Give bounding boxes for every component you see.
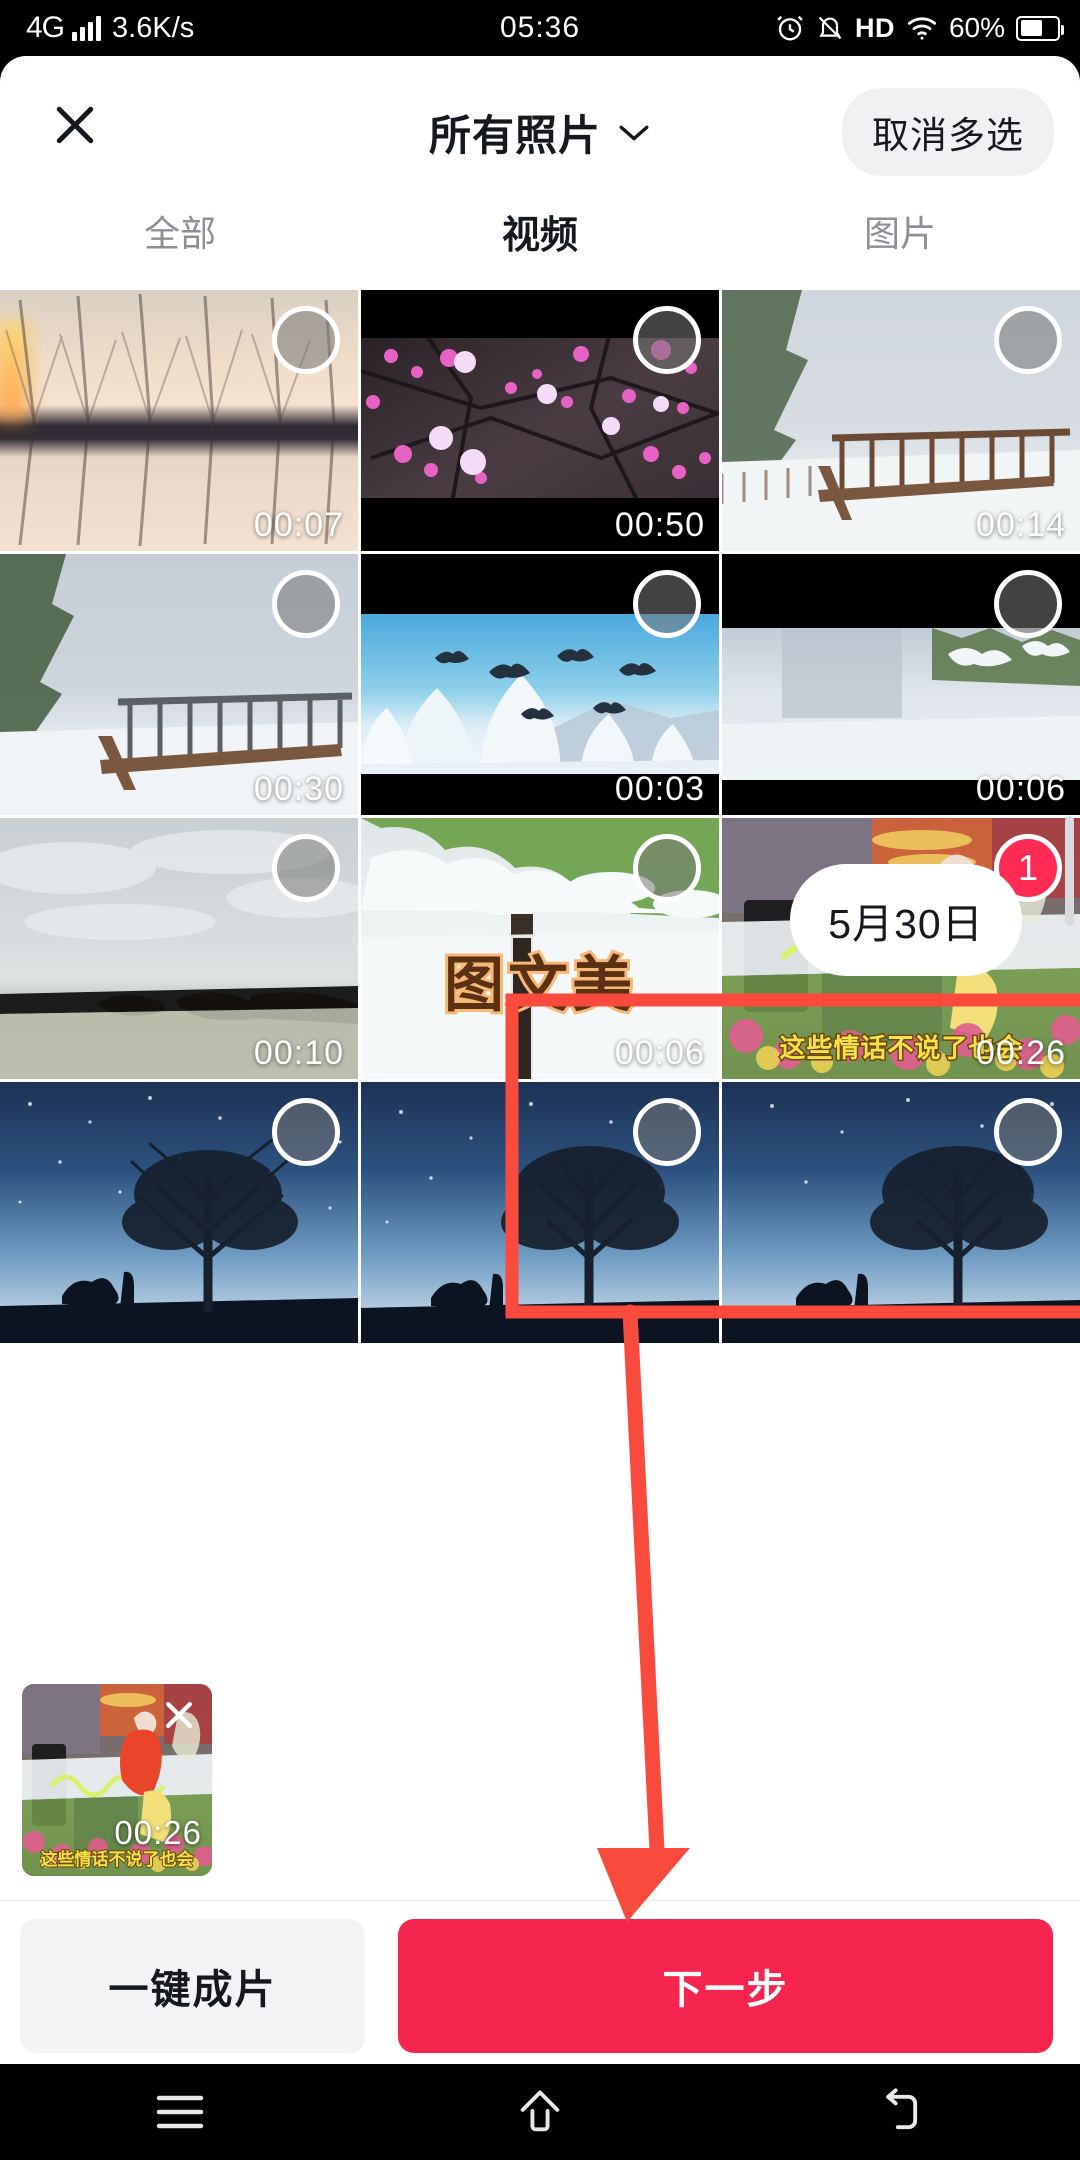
selection-circle[interactable] <box>272 306 340 374</box>
system-nav-bar <box>0 2064 1080 2160</box>
header-bar: 所有照片 取消多选 <box>0 56 1080 186</box>
selection-circle[interactable] <box>272 834 340 902</box>
hd-icon: HD <box>854 12 895 43</box>
grid-cell[interactable]: 00:10 <box>0 818 358 1079</box>
status-left: 4G 3.6K/s <box>26 11 194 45</box>
selection-circle[interactable] <box>994 1098 1062 1166</box>
network-speed-label: 3.6K/s <box>112 11 195 44</box>
mute-bell-icon <box>816 13 844 43</box>
tab-image[interactable]: 图片 <box>720 186 1080 290</box>
grid-cell[interactable] <box>361 1082 719 1343</box>
selection-circle[interactable] <box>994 306 1062 374</box>
grid-cell[interactable]: 00:03 <box>361 554 719 815</box>
selection-circle[interactable] <box>633 834 701 902</box>
remove-icon[interactable] <box>154 1690 204 1740</box>
status-bar: 4G 3.6K/s 05:36 HD 60% <box>0 0 1080 56</box>
chevron-down-icon <box>617 122 651 149</box>
close-icon[interactable] <box>46 96 104 154</box>
duration-label: 00:14 <box>975 506 1066 544</box>
date-tooltip: 5月30日 <box>790 864 1022 976</box>
selection-circle[interactable] <box>272 570 340 638</box>
media-type-tabs: 全部 视频 图片 <box>0 186 1080 290</box>
grid-cell[interactable]: 图文美 00:06 <box>361 818 719 1079</box>
selected-media-tray: 00:26 这些情话不说了也会 <box>0 1668 1080 1900</box>
alarm-clock-icon <box>775 13 805 43</box>
grid-cell[interactable]: 00:50 <box>361 290 719 551</box>
selection-circle[interactable] <box>633 570 701 638</box>
duration-label: 00:10 <box>253 1034 344 1072</box>
duration-label: 00:50 <box>614 506 705 544</box>
duration-label: 00:06 <box>614 1034 705 1072</box>
grid-cell[interactable]: 00:30 <box>0 554 358 815</box>
duration-label: 00:07 <box>253 506 344 544</box>
tab-all[interactable]: 全部 <box>0 186 360 290</box>
album-selector[interactable]: 所有照片 <box>429 102 651 163</box>
thumbnail-caption: 图文美 <box>441 948 636 1021</box>
page-title: 所有照片 <box>428 112 602 159</box>
duration-label: 00:30 <box>253 770 344 808</box>
home-icon[interactable] <box>480 2064 600 2160</box>
duration-label: 00:03 <box>614 770 705 808</box>
battery-percent-label: 60% <box>948 12 1005 43</box>
grid-cell[interactable]: 00:06 <box>722 554 1080 815</box>
grid-cell[interactable] <box>722 1082 1080 1343</box>
media-grid[interactable]: 00:07 00:50 00:14 00:30 00:03 00:06 00:1… <box>0 290 1080 1666</box>
duration-label: 00:06 <box>975 770 1066 808</box>
grid-cell[interactable]: 00:14 <box>722 290 1080 551</box>
menu-icon[interactable] <box>120 2064 240 2160</box>
selected-thumbnail[interactable]: 00:26 这些情话不说了也会 <box>22 1684 212 1876</box>
clock-label: 05:36 <box>499 11 581 44</box>
cancel-multiselect-button[interactable]: 取消多选 <box>842 88 1054 176</box>
back-icon[interactable] <box>840 2064 960 2160</box>
selection-circle[interactable] <box>633 1098 701 1166</box>
network-type-label: 4G <box>26 11 65 44</box>
next-step-button[interactable]: 下一步 <box>398 1919 1053 2053</box>
tab-video[interactable]: 视频 <box>360 186 720 290</box>
status-right: HD 60% <box>775 12 1064 44</box>
signal-bars-icon <box>72 15 102 41</box>
thumbnail-subtitle: 这些情话不说了也会 <box>40 1849 195 1870</box>
grid-cell[interactable]: 00:07 <box>0 290 358 551</box>
wifi-icon <box>906 14 938 42</box>
auto-create-button[interactable]: 一键成片 <box>20 1919 365 2053</box>
selection-circle[interactable] <box>272 1098 340 1166</box>
selection-circle[interactable] <box>633 306 701 374</box>
grid-cell[interactable] <box>0 1082 358 1343</box>
duration-label: 00:26 <box>975 1034 1066 1072</box>
app-sheet: 所有照片 取消多选 全部 视频 图片 00:07 00:50 00:14 00:… <box>0 56 1080 2096</box>
selection-circle[interactable] <box>994 570 1062 638</box>
battery-icon <box>1016 15 1064 41</box>
scroll-indicator[interactable] <box>1065 816 1074 926</box>
